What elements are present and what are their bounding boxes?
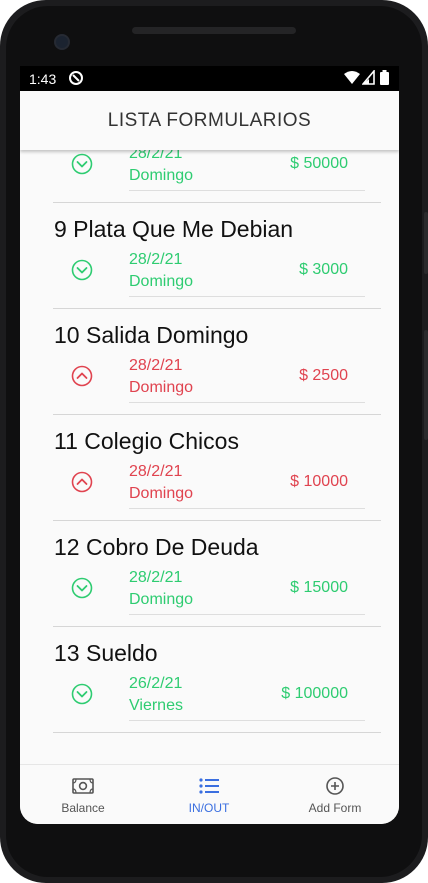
list-item[interactable]: 10 Salida Domingo 28/2/21 Domingo $ 2500 xyxy=(53,308,381,415)
form-day: Viernes xyxy=(129,697,183,714)
app-bar: LISTA FORMULARIOS xyxy=(20,91,399,150)
app-screen: 1:43 LISTA FORMULARIOS 28/2/21 Domingo $… xyxy=(20,66,399,824)
chevron-down-circle-icon[interactable] xyxy=(71,683,93,705)
divider xyxy=(129,402,365,403)
form-day: Domingo xyxy=(129,379,194,396)
forms-list[interactable]: 28/2/21 Domingo $ 50000 9 Plata Que Me D… xyxy=(20,150,399,764)
page-title: LISTA FORMULARIOS xyxy=(107,110,312,131)
nav-label: Balance xyxy=(61,801,105,815)
form-date: 28/2/21 xyxy=(129,357,183,374)
list-item[interactable]: 11 Colegio Chicos 28/2/21 Domingo $ 1000… xyxy=(53,414,381,521)
form-date: 28/2/21 xyxy=(129,150,183,162)
chevron-up-circle-icon[interactable] xyxy=(71,365,93,387)
form-title: 9 Plata Que Me Debian xyxy=(54,216,294,242)
nav-item-add-form[interactable]: Add Form xyxy=(272,765,398,824)
chevron-down-circle-icon[interactable] xyxy=(71,153,93,175)
chevron-down-circle-icon[interactable] xyxy=(71,259,93,281)
form-title: 10 Salida Domingo xyxy=(54,322,249,348)
volume-button xyxy=(424,212,428,274)
power-button xyxy=(424,330,428,440)
form-day: Domingo xyxy=(129,167,194,184)
form-date: 28/2/21 xyxy=(129,569,183,586)
divider xyxy=(129,614,365,615)
form-day: Domingo xyxy=(129,485,194,502)
form-amount: $ 3000 xyxy=(299,261,348,278)
form-title: 13 Sueldo xyxy=(54,640,158,666)
nav-label: IN/OUT xyxy=(188,801,230,815)
divider xyxy=(129,296,365,297)
divider xyxy=(129,508,365,509)
battery-icon xyxy=(380,70,389,88)
form-title: 11 Colegio Chicos xyxy=(54,428,239,454)
form-amount: $ 2500 xyxy=(299,367,348,384)
list-item[interactable]: 9 Plata Que Me Debian 28/2/21 Domingo $ … xyxy=(53,202,381,309)
form-day: Domingo xyxy=(129,591,194,608)
form-title: 12 Cobro De Deuda xyxy=(54,534,259,560)
earpiece-speaker xyxy=(132,27,296,34)
wifi-icon xyxy=(344,70,360,88)
cell-signal-icon xyxy=(361,68,375,88)
chevron-up-circle-icon[interactable] xyxy=(71,471,93,493)
nav-item-in-out[interactable]: IN/OUT xyxy=(146,765,272,824)
list-item[interactable]: 13 Sueldo 26/2/21 Viernes $ 100000 xyxy=(53,626,381,733)
nav-item-balance[interactable]: Balance xyxy=(20,765,146,824)
form-date: 28/2/21 xyxy=(129,463,183,480)
list-item[interactable]: 12 Cobro De Deuda 28/2/21 Domingo $ 1500… xyxy=(53,520,381,627)
divider xyxy=(129,720,365,721)
bottom-navigation: Balance IN/OUT Add Form xyxy=(20,764,399,824)
form-date: 28/2/21 xyxy=(129,251,183,268)
form-amount: $ 100000 xyxy=(281,685,348,702)
form-date: 26/2/21 xyxy=(129,675,183,692)
front-camera xyxy=(56,36,68,48)
list-item[interactable]: 28/2/21 Domingo $ 50000 xyxy=(53,150,381,203)
form-amount: $ 50000 xyxy=(290,155,348,172)
status-bar: 1:43 xyxy=(20,66,399,91)
nav-label: Add Form xyxy=(308,801,362,815)
do-not-disturb-icon xyxy=(68,70,84,89)
form-amount: $ 15000 xyxy=(290,579,348,596)
add-circle-icon xyxy=(324,777,346,795)
phone-frame: 1:43 LISTA FORMULARIOS 28/2/21 Domingo $… xyxy=(0,0,428,883)
divider xyxy=(129,190,365,191)
form-amount: $ 10000 xyxy=(290,473,348,490)
form-day: Domingo xyxy=(129,273,194,290)
list-icon xyxy=(198,777,220,795)
money-icon xyxy=(72,777,94,795)
status-time: 1:43 xyxy=(29,71,57,87)
chevron-down-circle-icon[interactable] xyxy=(71,577,93,599)
